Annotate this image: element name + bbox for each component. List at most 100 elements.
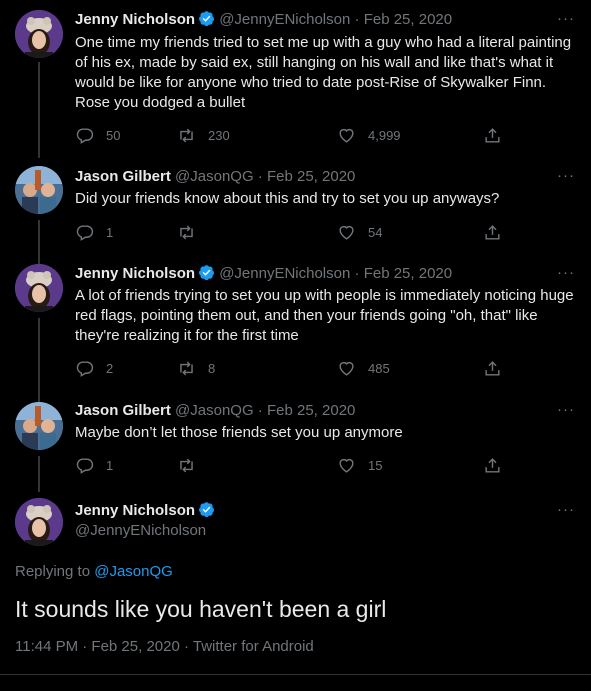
retweet-icon: [180, 225, 193, 239]
retweet-button[interactable]: [177, 455, 208, 475]
tweet-actions: 1 15: [75, 455, 505, 475]
avatar[interactable]: [15, 166, 63, 214]
separator: ·: [257, 402, 263, 419]
avatar[interactable]: [15, 498, 63, 546]
focused-tweet: Jenny Nicholson @JennyENicholson ···: [0, 490, 591, 691]
tweet[interactable]: Jenny Nicholson @JennyENicholson · Feb 2…: [0, 256, 591, 404]
heart-icon: [339, 361, 354, 376]
tweet-header: Jenny Nicholson @JennyENicholson · Feb 2…: [75, 10, 551, 30]
share-button[interactable]: [483, 358, 502, 378]
like-count: 485: [368, 360, 390, 376]
share-icon: [485, 360, 500, 376]
separator: ·: [354, 11, 360, 28]
replying-prefix: Replying to: [15, 563, 91, 580]
tweet-date[interactable]: Feb 25, 2020: [267, 402, 355, 419]
author-handle[interactable]: @JasonQG: [175, 402, 254, 419]
retweet-count: 8: [208, 360, 216, 376]
tweet-text: A lot of friends trying to set you up wi…: [75, 287, 574, 344]
separator: ·: [257, 168, 263, 185]
retweet-icon: [180, 458, 193, 472]
tweet-actions: 1 54: [75, 222, 505, 242]
like-count: 54: [368, 224, 383, 240]
like-count: 15: [368, 457, 383, 473]
reply-icon: [76, 457, 94, 474]
tweet[interactable]: Jenny Nicholson @JennyENicholson · Feb 2…: [0, 0, 591, 158]
thread-line: [38, 62, 40, 158]
tweet[interactable]: Jason Gilbert @JasonQG · Feb 25, 2020 ··…: [0, 394, 591, 492]
thread-line: [38, 456, 40, 492]
tweet-header: Jason Gilbert @JasonQG · Feb 25, 2020: [75, 401, 551, 421]
share-button[interactable]: [483, 455, 502, 475]
reply-icon: [76, 360, 94, 377]
reply-count: 2: [106, 360, 114, 376]
more-options-icon[interactable]: ···: [557, 501, 575, 518]
author-name[interactable]: Jenny Nicholson: [75, 11, 195, 28]
reply-count: 1: [106, 457, 114, 473]
avatar[interactable]: [15, 10, 63, 58]
tweet-actions: 2 8 485: [75, 358, 505, 378]
more-options-icon[interactable]: ···: [557, 401, 575, 418]
reply-count: 50: [106, 127, 121, 143]
author-name[interactable]: Jason Gilbert: [75, 168, 171, 185]
tweet-date[interactable]: Feb 25, 2020: [364, 11, 452, 28]
author-handle[interactable]: @JennyENicholson: [219, 265, 350, 282]
like-button[interactable]: 54: [337, 222, 382, 242]
heart-icon: [339, 128, 354, 143]
reply-button[interactable]: 1: [75, 222, 113, 242]
verified-badge-icon: [199, 265, 215, 281]
tweet-timestamp[interactable]: 11:44 PM · Feb 25, 2020 · Twitter for An…: [15, 638, 314, 655]
heart-icon: [339, 225, 354, 240]
tweet-date[interactable]: Feb 25, 2020: [267, 168, 355, 185]
focused-tweet-text: It sounds like you haven't been a girl: [15, 596, 387, 622]
tweet-text: Maybe don’t let those friends set you up…: [75, 424, 403, 441]
share-icon: [485, 127, 500, 143]
more-options-icon[interactable]: ···: [557, 167, 575, 184]
verified-badge-icon: [199, 11, 215, 27]
tweet-actions: 50 230 4,999: [75, 125, 505, 145]
author-handle[interactable]: @JasonQG: [175, 168, 254, 185]
avatar[interactable]: [15, 264, 63, 312]
like-count: 4,999: [368, 127, 401, 143]
tweet[interactable]: Jason Gilbert @JasonQG · Feb 25, 2020 ··…: [0, 158, 591, 264]
tweet-text: One time my friends tried to set me up w…: [75, 34, 572, 111]
share-button[interactable]: [483, 125, 502, 145]
author-block: Jenny Nicholson @JennyENicholson: [75, 501, 215, 541]
like-button[interactable]: 485: [337, 358, 390, 378]
reply-count: 1: [106, 224, 114, 240]
retweet-button[interactable]: [177, 222, 208, 242]
author-handle[interactable]: @JennyENicholson: [219, 11, 350, 28]
separator: ·: [354, 265, 360, 282]
tweet-header: Jason Gilbert @JasonQG · Feb 25, 2020: [75, 167, 551, 187]
replying-to-link[interactable]: @JasonQG: [94, 563, 173, 580]
like-button[interactable]: 15: [337, 455, 382, 475]
thread-line: [38, 318, 40, 404]
tweet-text: Did your friends know about this and try…: [75, 190, 500, 207]
author-name[interactable]: Jenny Nicholson: [75, 265, 195, 282]
reply-button[interactable]: 2: [75, 358, 113, 378]
tweet-header: Jenny Nicholson @JennyENicholson · Feb 2…: [75, 264, 551, 284]
replying-to: Replying to @JasonQG: [15, 563, 173, 580]
retweet-button[interactable]: 230: [177, 125, 230, 145]
divider: [0, 674, 591, 675]
share-icon: [485, 224, 500, 240]
heart-icon: [339, 458, 354, 473]
verified-badge-icon: [199, 502, 215, 518]
more-options-icon[interactable]: ···: [557, 10, 575, 27]
more-options-icon[interactable]: ···: [557, 264, 575, 281]
tweet-date[interactable]: Feb 25, 2020: [364, 265, 452, 282]
retweet-button[interactable]: 8: [177, 358, 215, 378]
retweet-icon: [180, 361, 193, 375]
reply-icon: [76, 224, 94, 241]
author-handle[interactable]: @JennyENicholson: [75, 522, 206, 539]
author-name[interactable]: Jason Gilbert: [75, 402, 171, 419]
reply-button[interactable]: 1: [75, 455, 113, 475]
reply-button[interactable]: 50: [75, 125, 120, 145]
author-name[interactable]: Jenny Nicholson: [75, 502, 195, 519]
share-button[interactable]: [483, 222, 502, 242]
like-button[interactable]: 4,999: [337, 125, 401, 145]
reply-icon: [76, 127, 94, 144]
share-icon: [485, 457, 500, 473]
retweet-count: 230: [208, 127, 230, 143]
avatar[interactable]: [15, 402, 63, 450]
retweet-icon: [180, 128, 193, 142]
